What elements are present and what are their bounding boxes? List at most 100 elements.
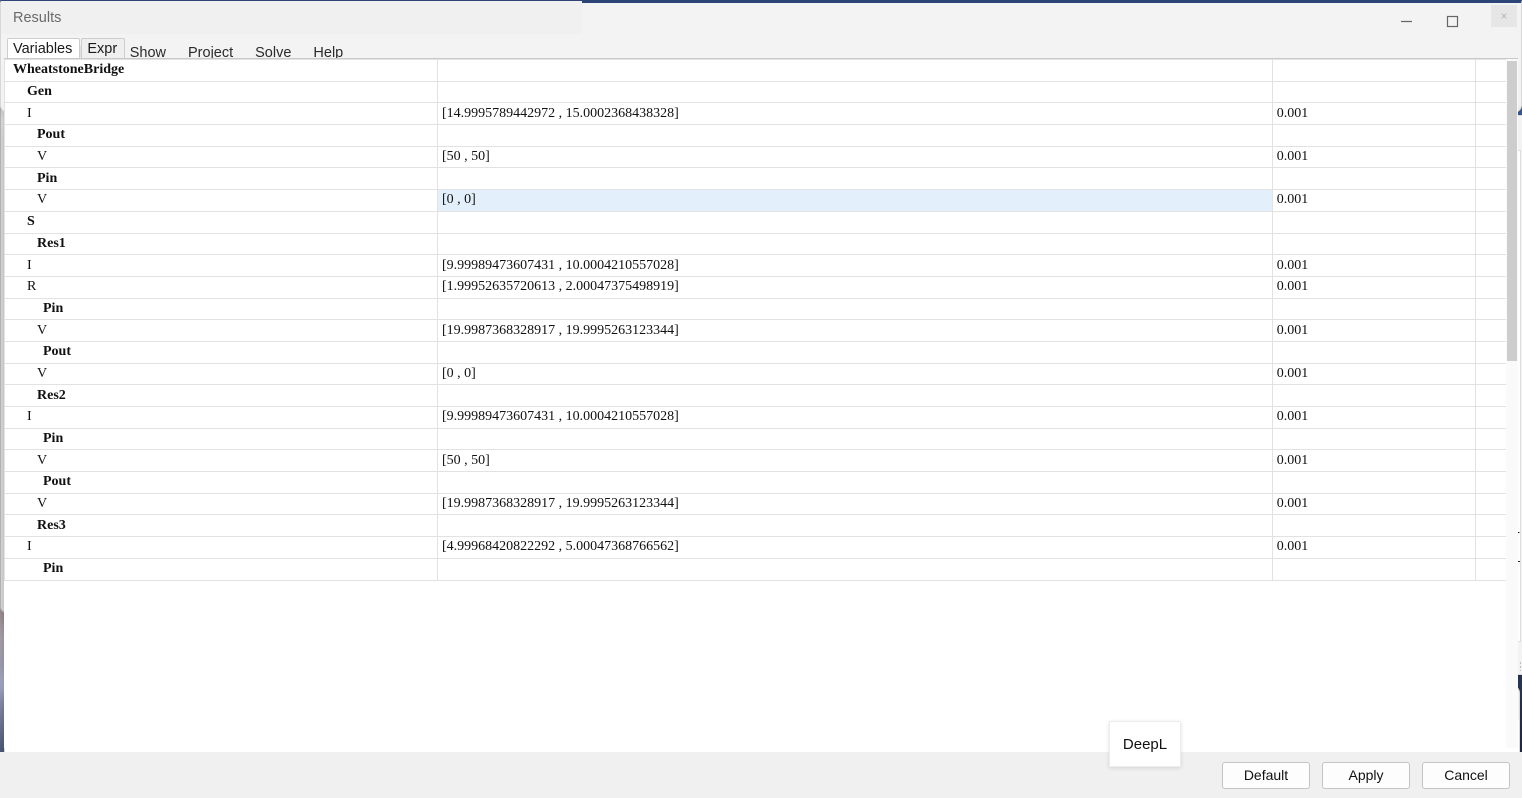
row-tolerance-value[interactable] bbox=[1271, 59, 1477, 82]
minimize-icon[interactable] bbox=[1383, 3, 1429, 39]
row-tolerance-value[interactable] bbox=[1271, 297, 1477, 321]
table-row[interactable]: I [9.99989473607431 , 10.0004210557028] 0.… bbox=[4, 254, 1518, 277]
table-row[interactable]: I [9.99989473607431 , 10.0004210557028] 0.… bbox=[4, 406, 1518, 429]
row-interval-value[interactable] bbox=[437, 297, 1273, 321]
row-tolerance-value[interactable] bbox=[1271, 124, 1477, 147]
row-tolerance-value[interactable] bbox=[1271, 210, 1477, 234]
row-group-label: Pout bbox=[4, 340, 439, 364]
row-tolerance-value[interactable] bbox=[1271, 471, 1477, 494]
row-group-label: Pin bbox=[4, 427, 439, 451]
row-interval-value[interactable]: [14.9995789442972 , 15.0002368438328] bbox=[437, 102, 1273, 126]
results-titlebar: Results bbox=[1, 1, 582, 34]
row-interval-value[interactable] bbox=[437, 167, 1273, 191]
row-tolerance-value[interactable]: 0.001 bbox=[1271, 406, 1477, 429]
row-interval-value[interactable] bbox=[437, 384, 1273, 407]
row-variable-label: V bbox=[4, 362, 439, 386]
row-interval-value[interactable]: [50 , 50] bbox=[437, 145, 1273, 169]
table-row[interactable]: V [50 , 50] 0.001 bbox=[4, 145, 1518, 169]
row-group-label: Pin bbox=[4, 297, 439, 321]
results-title: Results bbox=[13, 9, 62, 26]
table-row[interactable]: V [0 , 0] 0.001 bbox=[4, 362, 1518, 386]
row-tolerance-value[interactable] bbox=[1271, 340, 1477, 364]
table-row[interactable]: Res3 bbox=[4, 514, 1518, 538]
table-row[interactable]: I [14.9995789442972 , 15.0002368438328] 0.… bbox=[4, 102, 1518, 126]
row-variable-label: V bbox=[4, 145, 439, 169]
table-row[interactable]: Pin bbox=[4, 297, 1518, 321]
table-row[interactable]: S bbox=[4, 210, 1518, 234]
close-icon[interactable]: × bbox=[1491, 5, 1517, 27]
table-row[interactable]: Res1 bbox=[4, 232, 1518, 256]
row-group-label: Res1 bbox=[4, 232, 439, 256]
row-interval-value[interactable] bbox=[437, 427, 1273, 451]
table-row[interactable]: Gen bbox=[4, 80, 1518, 104]
table-row[interactable]: I [4.99968420822292 , 5.00047368766562] 0.… bbox=[4, 536, 1518, 559]
row-interval-value[interactable]: [9.99989473607431 , 10.0004210557028] bbox=[437, 406, 1273, 429]
row-tolerance-value[interactable] bbox=[1271, 557, 1477, 581]
row-interval-value[interactable] bbox=[437, 340, 1273, 364]
table-row[interactable]: R [1.99952635720613 , 2.00047375498919] 0.… bbox=[4, 275, 1518, 299]
row-interval-value[interactable]: [19.9987368328917 , 19.9995263123344] bbox=[437, 319, 1273, 342]
row-interval-value[interactable]: [4.99968420822292 , 5.00047368766562] bbox=[437, 536, 1273, 559]
row-tolerance-value[interactable] bbox=[1271, 384, 1477, 407]
row-interval-value[interactable]: [50 , 50] bbox=[437, 449, 1273, 473]
table-row[interactable]: WheatstoneBridge bbox=[4, 59, 1518, 82]
row-tolerance-value[interactable]: 0.001 bbox=[1271, 145, 1477, 169]
results-vertical-scrollbar[interactable] bbox=[1506, 59, 1518, 748]
row-tolerance-value[interactable] bbox=[1271, 232, 1477, 256]
row-interval-value[interactable] bbox=[437, 557, 1273, 581]
row-group-label: WheatstoneBridge bbox=[4, 59, 439, 82]
row-tolerance-value[interactable]: 0.001 bbox=[1271, 362, 1477, 386]
table-row[interactable]: V [19.9987368328917 , 19.9995263123344] 0.… bbox=[4, 319, 1518, 342]
row-variable-label: I bbox=[4, 102, 439, 126]
table-row[interactable]: Pout bbox=[4, 340, 1518, 364]
deepl-popup[interactable]: DeepL bbox=[1109, 721, 1181, 767]
row-tolerance-value[interactable]: 0.001 bbox=[1271, 275, 1477, 299]
cancel-button[interactable]: Cancel bbox=[1422, 761, 1510, 789]
table-row[interactable]: Pout bbox=[4, 124, 1518, 147]
table-row[interactable]: V [0 , 0] 0.001 bbox=[4, 189, 1518, 212]
row-tolerance-value[interactable]: 0.001 bbox=[1271, 536, 1477, 559]
table-row[interactable]: Pin bbox=[4, 557, 1518, 581]
row-interval-value[interactable]: [0 , 0] bbox=[437, 189, 1273, 212]
row-tolerance-value[interactable]: 0.001 bbox=[1271, 319, 1477, 342]
row-interval-value[interactable] bbox=[437, 514, 1273, 538]
row-interval-value[interactable]: [9.99989473607431 , 10.0004210557028] bbox=[437, 254, 1273, 277]
tab-variables[interactable]: Variables bbox=[7, 38, 81, 60]
row-interval-value[interactable] bbox=[437, 80, 1273, 104]
row-group-label: Pout bbox=[4, 471, 439, 494]
row-tolerance-value[interactable] bbox=[1271, 167, 1477, 191]
row-interval-value[interactable] bbox=[437, 471, 1273, 494]
results-footer: Default Apply Cancel bbox=[0, 752, 1522, 798]
row-tolerance-value[interactable] bbox=[1271, 514, 1477, 538]
row-group-label: Res2 bbox=[4, 384, 439, 407]
row-variable-label: V bbox=[4, 492, 439, 516]
row-tolerance-value[interactable]: 0.001 bbox=[1271, 449, 1477, 473]
row-tolerance-value[interactable]: 0.001 bbox=[1271, 102, 1477, 126]
row-group-label: Res3 bbox=[4, 514, 439, 538]
row-tolerance-value[interactable] bbox=[1271, 427, 1477, 451]
row-interval-value[interactable] bbox=[437, 124, 1273, 147]
row-interval-value[interactable] bbox=[437, 232, 1273, 256]
row-tolerance-value[interactable] bbox=[1271, 80, 1477, 104]
row-tolerance-value[interactable]: 0.001 bbox=[1271, 254, 1477, 277]
tab-expr[interactable]: Expr bbox=[81, 38, 126, 60]
row-tolerance-value[interactable]: 0.001 bbox=[1271, 189, 1477, 212]
scrollbar-thumb[interactable] bbox=[1507, 61, 1517, 361]
table-row[interactable]: Res2 bbox=[4, 384, 1518, 407]
default-button[interactable]: Default bbox=[1222, 761, 1310, 789]
row-interval-value[interactable] bbox=[437, 210, 1273, 234]
table-row[interactable]: V [19.9987368328917 , 19.9995263123344] 0.… bbox=[4, 492, 1518, 516]
table-row[interactable]: V [50 , 50] 0.001 bbox=[4, 449, 1518, 473]
table-row[interactable]: Pin bbox=[4, 427, 1518, 451]
row-interval-value[interactable]: [1.99952635720613 , 2.00047375498919] bbox=[437, 275, 1273, 299]
row-interval-value[interactable]: [19.9987368328917 , 19.9995263123344] bbox=[437, 492, 1273, 516]
maximize-icon[interactable] bbox=[1429, 3, 1475, 39]
table-row[interactable]: Pin bbox=[4, 167, 1518, 191]
results-dialog: Results × Variables Expr WheatstoneBridg… bbox=[0, 0, 1522, 798]
row-interval-value[interactable] bbox=[437, 59, 1273, 82]
results-table-container[interactable]: WheatstoneBridge Gen I [14.9995789442972 , … bbox=[4, 58, 1518, 748]
row-tolerance-value[interactable]: 0.001 bbox=[1271, 492, 1477, 516]
table-row[interactable]: Pout bbox=[4, 471, 1518, 494]
apply-button[interactable]: Apply bbox=[1322, 761, 1410, 789]
row-interval-value[interactable]: [0 , 0] bbox=[437, 362, 1273, 386]
